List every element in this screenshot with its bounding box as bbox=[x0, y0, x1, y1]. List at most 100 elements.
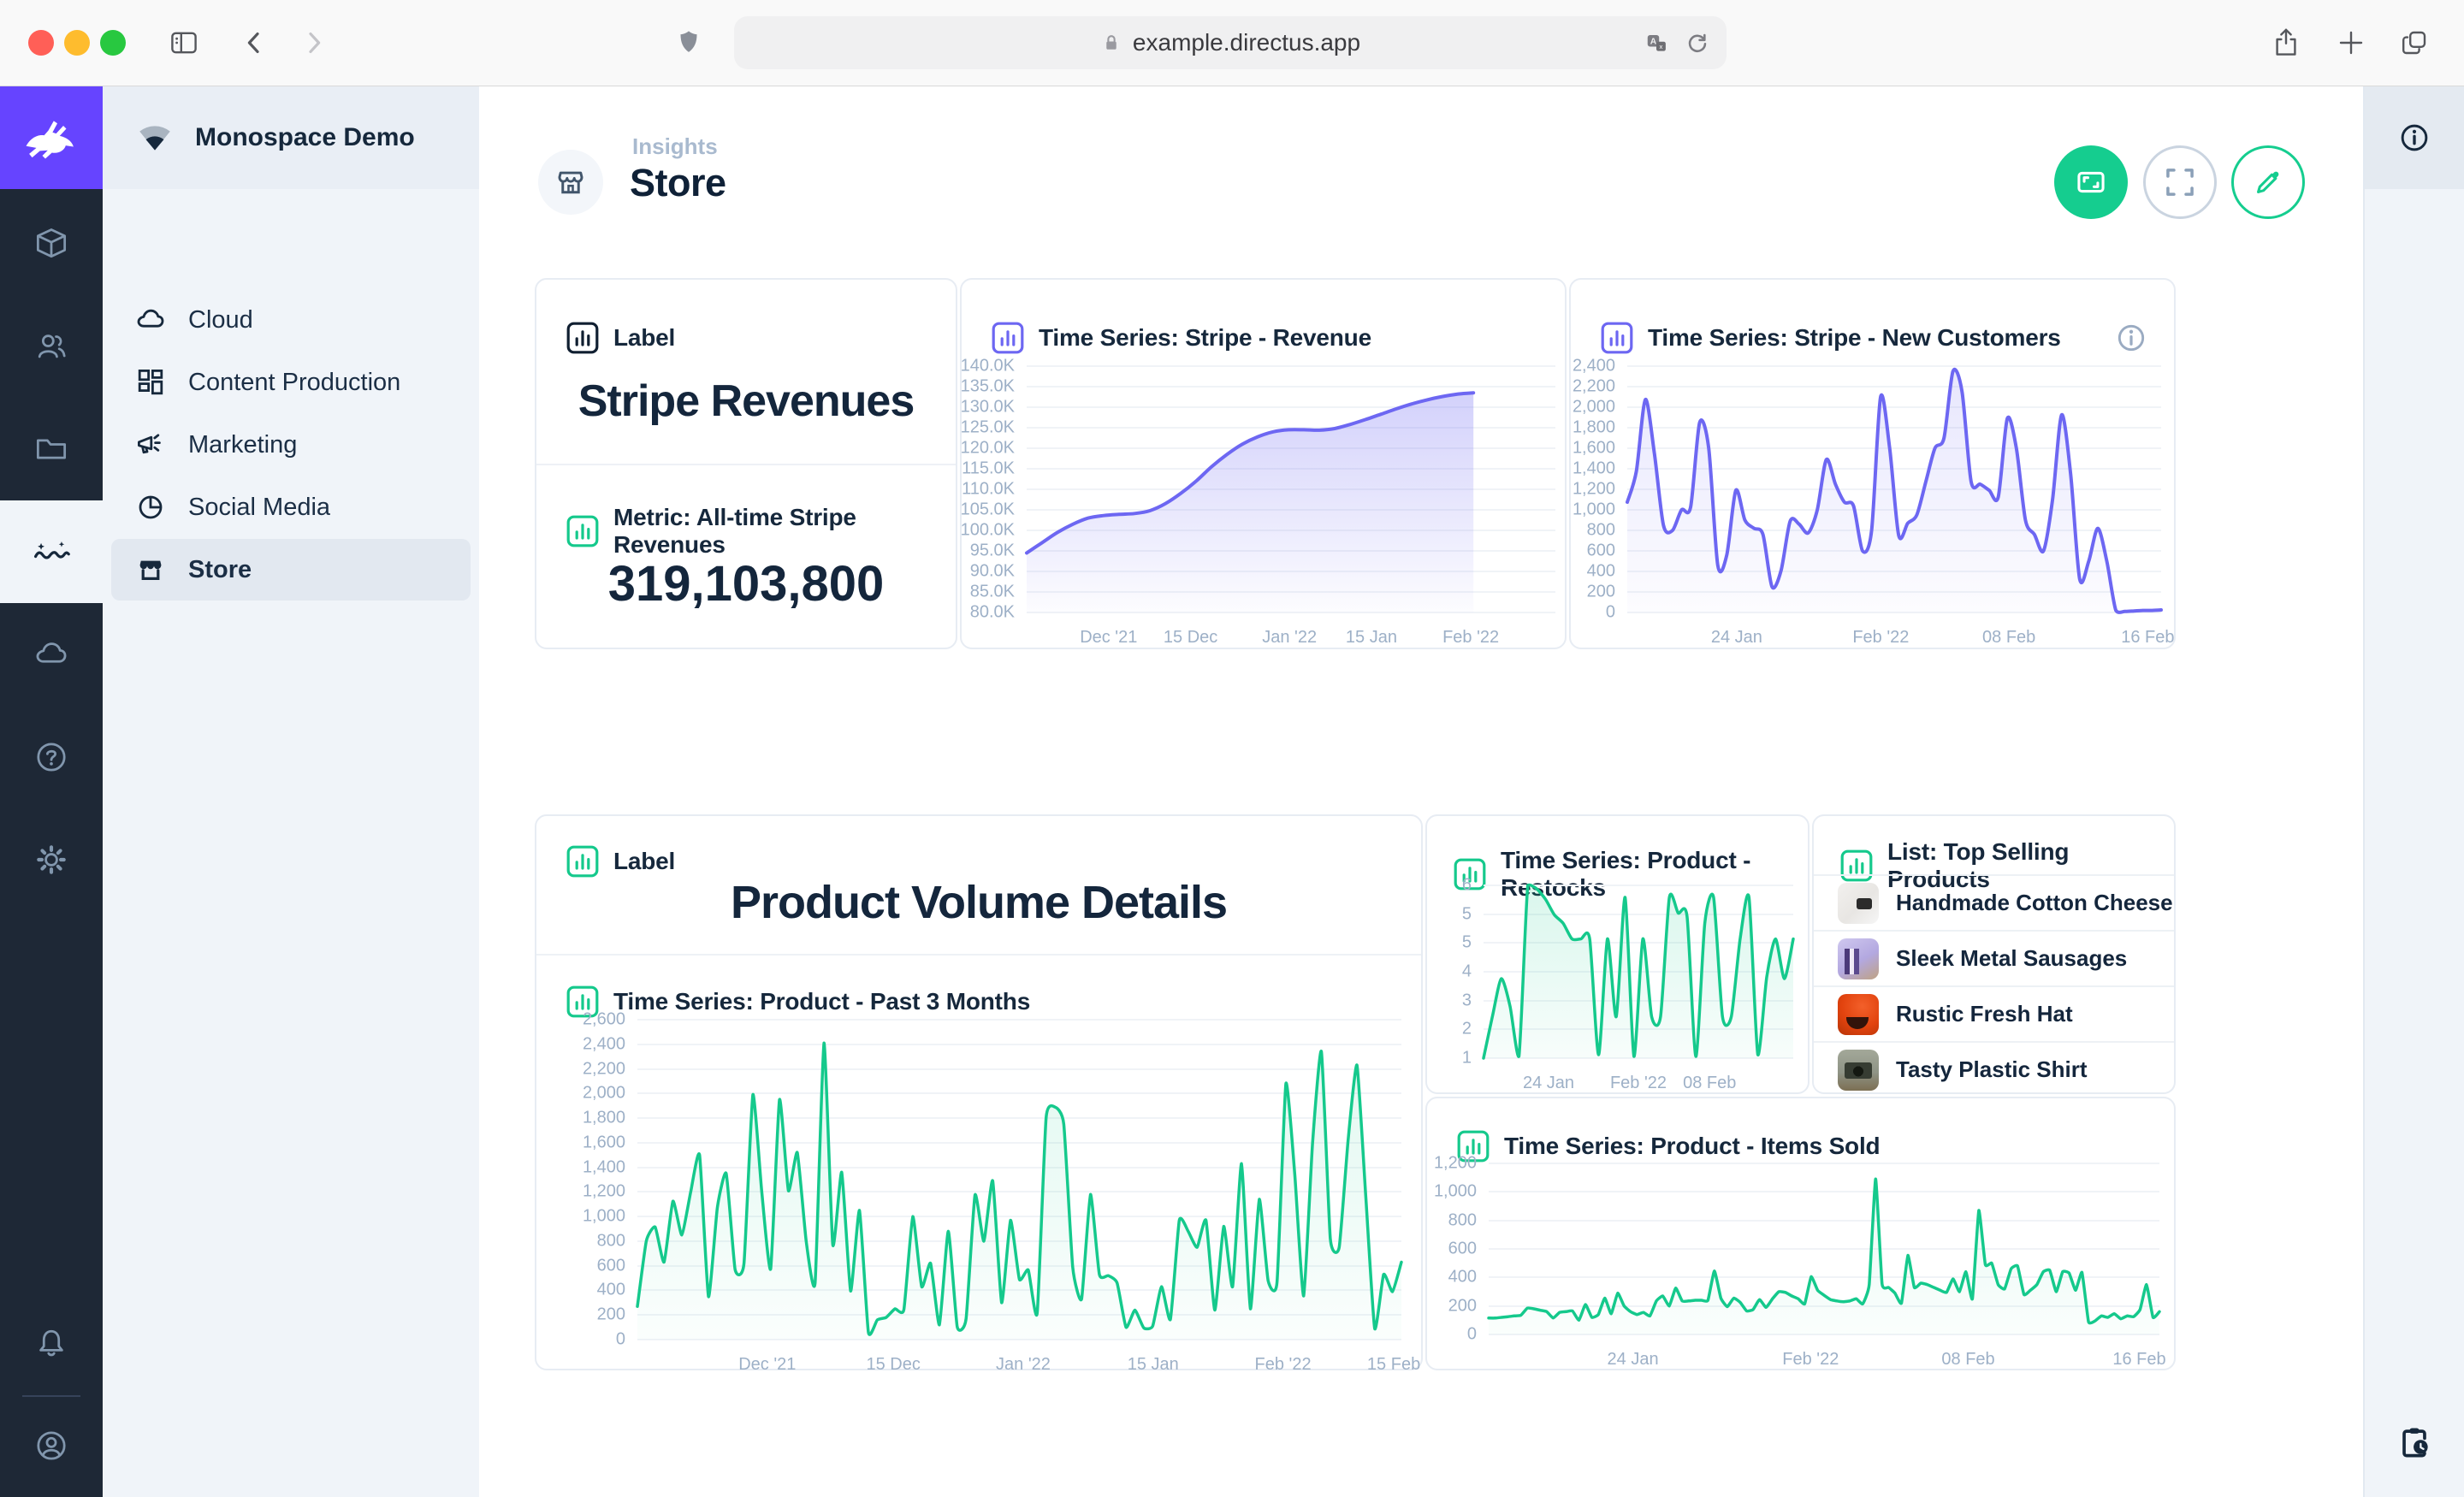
y-axis-tick: 1,000 bbox=[1521, 500, 1615, 520]
product-thumbnail bbox=[1838, 994, 1879, 1035]
nav-item-marketing[interactable]: Marketing bbox=[111, 414, 471, 476]
y-axis-tick: 800 bbox=[1383, 1210, 1477, 1230]
module-cloud[interactable] bbox=[0, 603, 103, 706]
url-text: example.directus.app bbox=[734, 16, 1727, 69]
privacy-shield-icon[interactable] bbox=[674, 28, 703, 57]
tab-overview-icon[interactable] bbox=[2397, 26, 2431, 60]
y-axis-tick: 2 bbox=[1377, 1020, 1472, 1039]
list-item[interactable]: Tasty Plastic Shirt bbox=[1814, 1041, 2174, 1094]
y-axis-tick: 1,000 bbox=[531, 1207, 625, 1227]
product-restocks-chart: 655432124 JanFeb '2208 Feb bbox=[1484, 885, 1793, 1058]
panel-header: Time Series: Stripe - Revenue bbox=[991, 321, 1371, 355]
pencil-icon bbox=[2249, 163, 2287, 201]
label-product-volume-details: Product Volume Details bbox=[536, 876, 1421, 929]
translate-icon[interactable]: A x bbox=[1643, 29, 1670, 56]
x-axis-tick: Feb '22 bbox=[1852, 628, 1909, 648]
y-axis-tick: 130.0K bbox=[921, 398, 1015, 417]
x-axis-tick: Dec '21 bbox=[738, 1355, 796, 1375]
module-insights[interactable] bbox=[0, 500, 103, 603]
panel-header: Metric: All-time Stripe Revenues bbox=[566, 504, 956, 559]
x-axis-tick: 16 Feb bbox=[2112, 1350, 2165, 1370]
bell-icon bbox=[32, 1324, 71, 1364]
x-axis-tick: 24 Jan bbox=[1711, 628, 1762, 648]
sidebar-toggle-icon[interactable] bbox=[167, 26, 201, 60]
y-axis-tick: 2,400 bbox=[531, 1034, 625, 1054]
x-axis-tick: Feb '22 bbox=[1782, 1350, 1839, 1370]
panel-header: Time Series: Product - Past 3 Months bbox=[566, 985, 1030, 1019]
stripe-revenue-chart: 140.0K135.0K130.0K125.0K120.0K115.0K110.… bbox=[1027, 366, 1555, 612]
address-bar[interactable]: example.directus.app A x bbox=[734, 16, 1727, 69]
chart-svg bbox=[1489, 1163, 2159, 1334]
panel-divider bbox=[536, 954, 1421, 956]
y-axis-tick: 100.0K bbox=[921, 521, 1015, 541]
project-switcher[interactable]: Monospace Demo bbox=[103, 86, 479, 189]
zoom-to-fit-button[interactable] bbox=[2054, 145, 2128, 219]
forward-button-icon[interactable] bbox=[297, 26, 331, 60]
browser-toolbar: example.directus.app A x bbox=[0, 0, 2464, 86]
y-axis-tick: 5 bbox=[1377, 933, 1472, 953]
chart-panel-icon bbox=[991, 321, 1025, 355]
x-axis-tick: Feb '22 bbox=[1610, 1074, 1667, 1093]
module-content[interactable] bbox=[0, 192, 103, 295]
fullscreen-button[interactable] bbox=[2143, 145, 2217, 219]
y-axis-tick: 80.0K bbox=[921, 603, 1015, 623]
y-axis-tick: 3 bbox=[1377, 991, 1472, 1010]
y-axis-tick: 1,600 bbox=[1521, 439, 1615, 459]
x-axis-tick: 15 Jan bbox=[1128, 1355, 1179, 1375]
y-axis-tick: 2,000 bbox=[531, 1084, 625, 1104]
help-icon bbox=[32, 737, 71, 777]
module-settings[interactable] bbox=[0, 808, 103, 911]
svg-text:x: x bbox=[1660, 43, 1663, 50]
y-axis-tick: 2,000 bbox=[1521, 398, 1615, 417]
y-axis-tick: 6 bbox=[1377, 876, 1472, 896]
svg-text:A: A bbox=[1650, 37, 1657, 46]
window-minimize-button[interactable] bbox=[64, 30, 90, 56]
breadcrumb[interactable]: Insights bbox=[632, 133, 718, 160]
window-zoom-button[interactable] bbox=[100, 30, 126, 56]
back-button-icon[interactable] bbox=[237, 26, 271, 60]
list-item[interactable]: Sleek Metal Sausages bbox=[1814, 930, 2174, 985]
module-notifications[interactable] bbox=[0, 1293, 103, 1395]
directus-logo[interactable] bbox=[0, 86, 103, 189]
cloud-icon bbox=[133, 303, 168, 337]
panel-info-icon[interactable] bbox=[2116, 322, 2147, 353]
share-icon[interactable] bbox=[2269, 26, 2303, 60]
nav-item-social-media[interactable]: Social Media bbox=[111, 476, 471, 538]
y-axis-tick: 400 bbox=[1521, 562, 1615, 582]
module-users[interactable] bbox=[0, 295, 103, 398]
list-item[interactable]: Handmade Cotton Cheese bbox=[1814, 874, 2174, 930]
nav-item-content-production[interactable]: Content Production bbox=[111, 352, 471, 413]
y-axis-tick: 1,200 bbox=[531, 1182, 625, 1202]
chart-svg bbox=[1484, 885, 1793, 1058]
module-files[interactable] bbox=[0, 398, 103, 500]
panel-divider bbox=[536, 464, 956, 465]
y-axis-tick: 800 bbox=[531, 1231, 625, 1251]
nav-item-store[interactable]: Store bbox=[111, 539, 471, 601]
sidebar-info-section[interactable] bbox=[2365, 86, 2464, 189]
panel-header: Label bbox=[566, 844, 675, 879]
reload-icon[interactable] bbox=[1684, 29, 1711, 56]
list-item[interactable]: Rustic Fresh Hat bbox=[1814, 985, 2174, 1041]
x-axis-tick: 08 Feb bbox=[1982, 628, 2035, 648]
x-axis-tick: 24 Jan bbox=[1523, 1074, 1574, 1093]
window-close-button[interactable] bbox=[28, 30, 54, 56]
edit-dashboard-button[interactable] bbox=[2231, 145, 2305, 219]
module-account[interactable] bbox=[0, 1394, 103, 1497]
chart-svg bbox=[1627, 366, 2161, 612]
product-thumbnail bbox=[1838, 1050, 1879, 1091]
insights-icon bbox=[32, 532, 71, 571]
y-axis-tick: 0 bbox=[1383, 1325, 1477, 1345]
nav-item-cloud[interactable]: Cloud bbox=[111, 289, 471, 351]
pie-chart-icon bbox=[133, 490, 168, 524]
module-help[interactable] bbox=[0, 706, 103, 808]
product-items-sold-chart: 1,2001,000800600400200024 JanFeb '2208 F… bbox=[1489, 1163, 2159, 1334]
lock-icon bbox=[1100, 32, 1122, 54]
x-axis-tick: 08 Feb bbox=[1941, 1350, 1994, 1370]
navigation-panel: Monospace Demo Cloud Content Production … bbox=[103, 86, 479, 1497]
new-tab-icon[interactable] bbox=[2334, 26, 2368, 60]
y-axis-tick: 5 bbox=[1377, 904, 1472, 924]
project-name: Monospace Demo bbox=[195, 123, 415, 152]
clipboard-clock-icon bbox=[2395, 1423, 2434, 1462]
activity-drawer-button[interactable] bbox=[2365, 1399, 2464, 1485]
product-thumbnail bbox=[1838, 883, 1879, 924]
